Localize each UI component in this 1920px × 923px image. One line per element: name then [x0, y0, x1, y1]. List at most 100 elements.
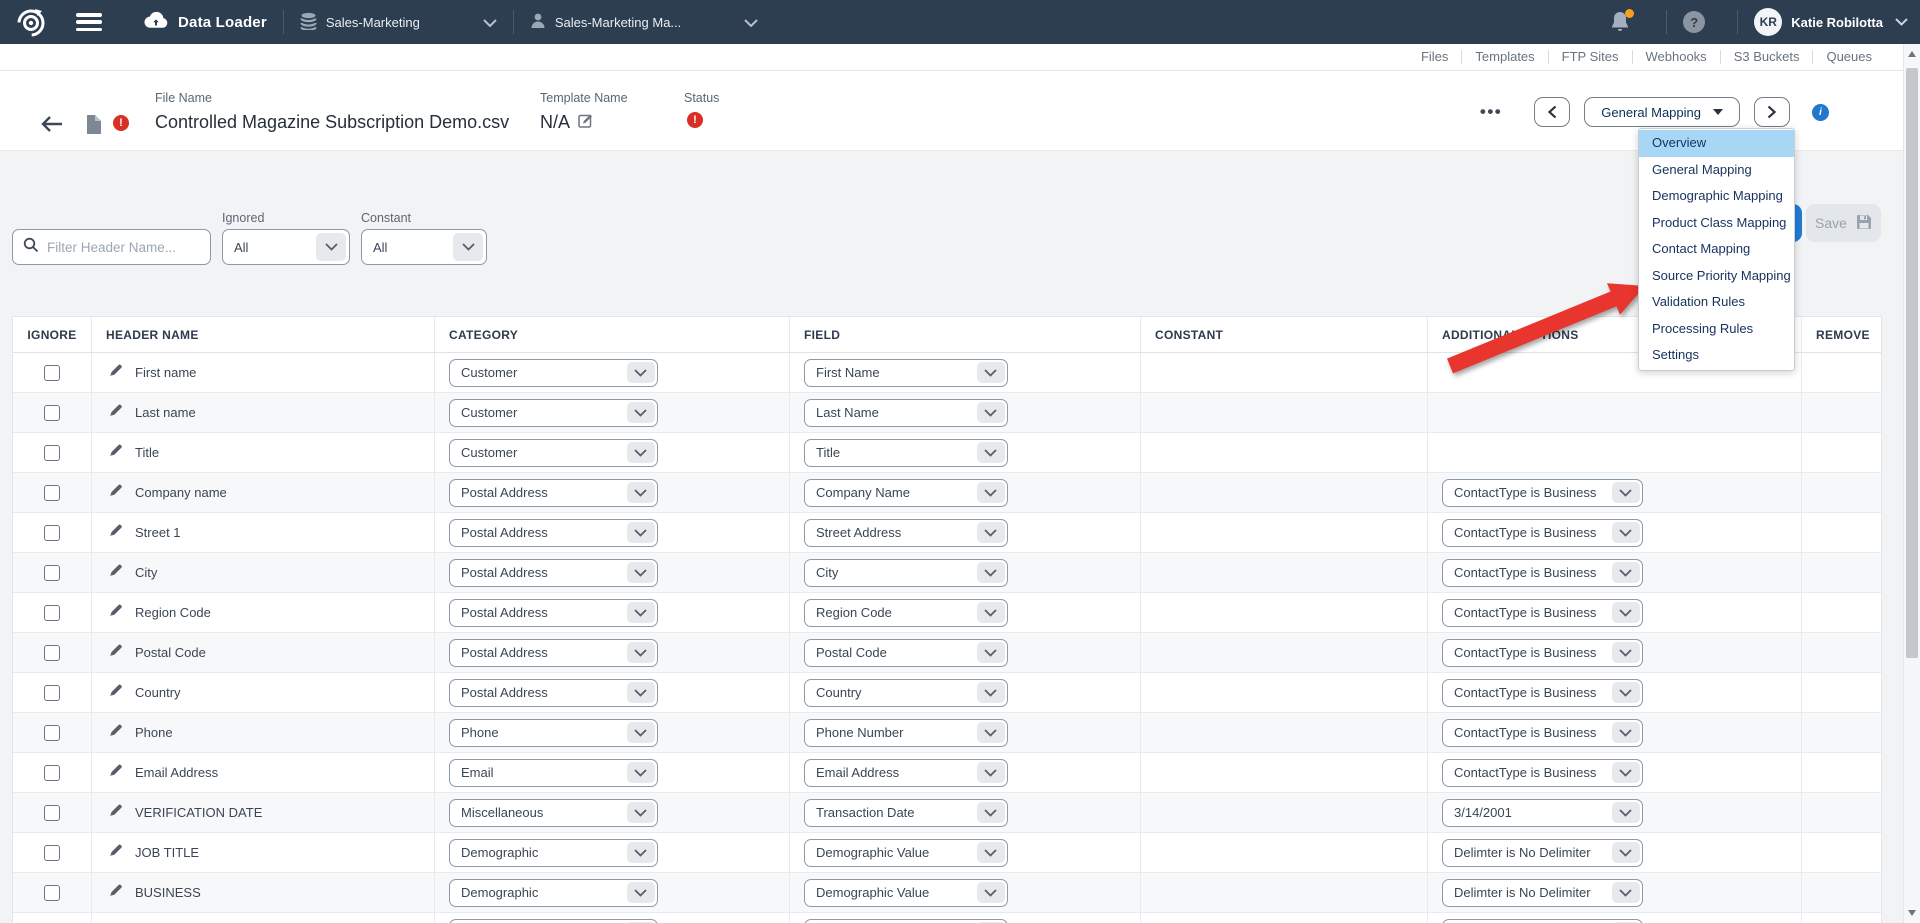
header-filter-searchbox[interactable]: [12, 229, 211, 265]
edit-pencil-icon[interactable]: [109, 403, 123, 422]
edit-pencil-icon[interactable]: [109, 563, 123, 582]
menu-item-contact-mapping[interactable]: Contact Mapping: [1639, 236, 1794, 263]
scroll-down-arrow[interactable]: [1904, 905, 1920, 921]
category-select[interactable]: Demographic: [449, 839, 658, 867]
category-select[interactable]: Postal Address: [449, 599, 658, 627]
additional-options-select[interactable]: ContactType is Business: [1442, 679, 1643, 707]
next-section-button[interactable]: [1754, 97, 1790, 127]
subnav-link-files[interactable]: Files: [1408, 50, 1462, 64]
menu-item-validation-rules[interactable]: Validation Rules: [1639, 289, 1794, 316]
field-select[interactable]: Street Address: [804, 519, 1008, 547]
additional-options-select[interactable]: ContactType is Business: [1442, 519, 1643, 547]
category-select[interactable]: Postal Address: [449, 519, 658, 547]
ignored-filter-select[interactable]: All: [222, 229, 350, 265]
edit-pencil-icon[interactable]: [109, 523, 123, 542]
ignore-checkbox[interactable]: [44, 445, 60, 461]
edit-template-icon[interactable]: [578, 112, 593, 133]
additional-options-select[interactable]: ContactType is Business: [1442, 639, 1643, 667]
subnav-link-webhooks[interactable]: Webhooks: [1633, 50, 1721, 64]
omeda-logo-icon[interactable]: [14, 5, 48, 39]
file-document-icon[interactable]: [86, 115, 101, 139]
category-select[interactable]: Customer: [449, 359, 658, 387]
category-select[interactable]: Miscellaneous: [449, 799, 658, 827]
edit-pencil-icon[interactable]: [109, 683, 123, 702]
file-error-icon[interactable]: !: [113, 115, 129, 131]
menu-item-processing-rules[interactable]: Processing Rules: [1639, 316, 1794, 343]
field-select[interactable]: Last Name: [804, 399, 1008, 427]
subnav-link-s3-buckets[interactable]: S3 Buckets: [1721, 50, 1814, 64]
field-select[interactable]: Country: [804, 679, 1008, 707]
scrollbar-thumb[interactable]: [1906, 68, 1918, 658]
ignore-checkbox[interactable]: [44, 645, 60, 661]
additional-options-select[interactable]: ContactType is Business: [1442, 599, 1643, 627]
category-select[interactable]: Customer: [449, 439, 658, 467]
field-select[interactable]: Email Address: [804, 759, 1008, 787]
ignore-checkbox[interactable]: [44, 765, 60, 781]
field-select[interactable]: Transaction Date: [804, 799, 1008, 827]
back-arrow-icon[interactable]: [40, 115, 64, 138]
menu-item-overview[interactable]: Overview: [1639, 130, 1794, 157]
category-select[interactable]: Phone: [449, 719, 658, 747]
field-select[interactable]: Company Name: [804, 479, 1008, 507]
edit-pencil-icon[interactable]: [109, 363, 123, 382]
chevron-down-icon[interactable]: [1895, 13, 1908, 31]
ignore-checkbox[interactable]: [44, 885, 60, 901]
additional-options-select[interactable]: ContactType is Business: [1442, 479, 1643, 507]
category-select[interactable]: [449, 919, 658, 923]
field-select[interactable]: First Name: [804, 359, 1008, 387]
category-select[interactable]: Email: [449, 759, 658, 787]
constant-filter-select[interactable]: All: [361, 229, 487, 265]
field-select[interactable]: Demographic Value: [804, 879, 1008, 907]
edit-pencil-icon[interactable]: [109, 603, 123, 622]
mapping-section-dropdown[interactable]: General Mapping: [1584, 97, 1740, 127]
previous-section-button[interactable]: [1534, 97, 1570, 127]
category-select[interactable]: Demographic: [449, 879, 658, 907]
help-icon[interactable]: ?: [1683, 11, 1705, 33]
edit-pencil-icon[interactable]: [109, 643, 123, 662]
vertical-scrollbar[interactable]: [1903, 44, 1920, 923]
ignore-checkbox[interactable]: [44, 725, 60, 741]
status-error-icon[interactable]: !: [687, 112, 703, 128]
ignore-checkbox[interactable]: [44, 405, 60, 421]
ignore-checkbox[interactable]: [44, 685, 60, 701]
hamburger-menu-icon[interactable]: [76, 13, 102, 31]
ignore-checkbox[interactable]: [44, 565, 60, 581]
additional-options-select[interactable]: Delimter is No Delimiter: [1442, 879, 1643, 907]
ignore-checkbox[interactable]: [44, 805, 60, 821]
search-input[interactable]: [47, 240, 187, 255]
edit-pencil-icon[interactable]: [109, 803, 123, 822]
field-select[interactable]: City: [804, 559, 1008, 587]
additional-options-select[interactable]: ContactType is Business: [1442, 719, 1643, 747]
field-select[interactable]: [804, 919, 1008, 923]
menu-item-product-class-mapping[interactable]: Product Class Mapping: [1639, 210, 1794, 237]
info-icon[interactable]: i: [1812, 104, 1829, 121]
category-select[interactable]: Postal Address: [449, 679, 658, 707]
ignore-checkbox[interactable]: [44, 485, 60, 501]
notifications-bell-icon[interactable]: [1610, 10, 1632, 34]
menu-item-general-mapping[interactable]: General Mapping: [1639, 157, 1794, 184]
menu-item-demographic-mapping[interactable]: Demographic Mapping: [1639, 183, 1794, 210]
subnav-link-ftp-sites[interactable]: FTP Sites: [1549, 50, 1633, 64]
ignore-checkbox[interactable]: [44, 605, 60, 621]
additional-options-select[interactable]: [1442, 919, 1643, 923]
ignore-checkbox[interactable]: [44, 525, 60, 541]
additional-options-select[interactable]: Delimter is No Delimiter: [1442, 839, 1643, 867]
additional-options-select[interactable]: ContactType is Business: [1442, 559, 1643, 587]
scroll-up-arrow[interactable]: [1904, 46, 1920, 62]
edit-pencil-icon[interactable]: [109, 723, 123, 742]
ignore-checkbox[interactable]: [44, 365, 60, 381]
edit-pencil-icon[interactable]: [109, 763, 123, 782]
category-select[interactable]: Postal Address: [449, 639, 658, 667]
category-select[interactable]: Customer: [449, 399, 658, 427]
edit-pencil-icon[interactable]: [109, 883, 123, 902]
database-selector[interactable]: Sales-Marketing: [300, 12, 497, 33]
menu-item-source-priority-mapping[interactable]: Source Priority Mapping: [1639, 263, 1794, 290]
field-select[interactable]: Demographic Value: [804, 839, 1008, 867]
edit-pencil-icon[interactable]: [109, 483, 123, 502]
field-select[interactable]: Phone Number: [804, 719, 1008, 747]
user-avatar[interactable]: KR: [1754, 8, 1782, 36]
subnav-link-templates[interactable]: Templates: [1462, 50, 1548, 64]
ignore-checkbox[interactable]: [44, 845, 60, 861]
mapping-profile-selector[interactable]: Sales-Marketing Ma...: [530, 12, 758, 32]
category-select[interactable]: Postal Address: [449, 479, 658, 507]
